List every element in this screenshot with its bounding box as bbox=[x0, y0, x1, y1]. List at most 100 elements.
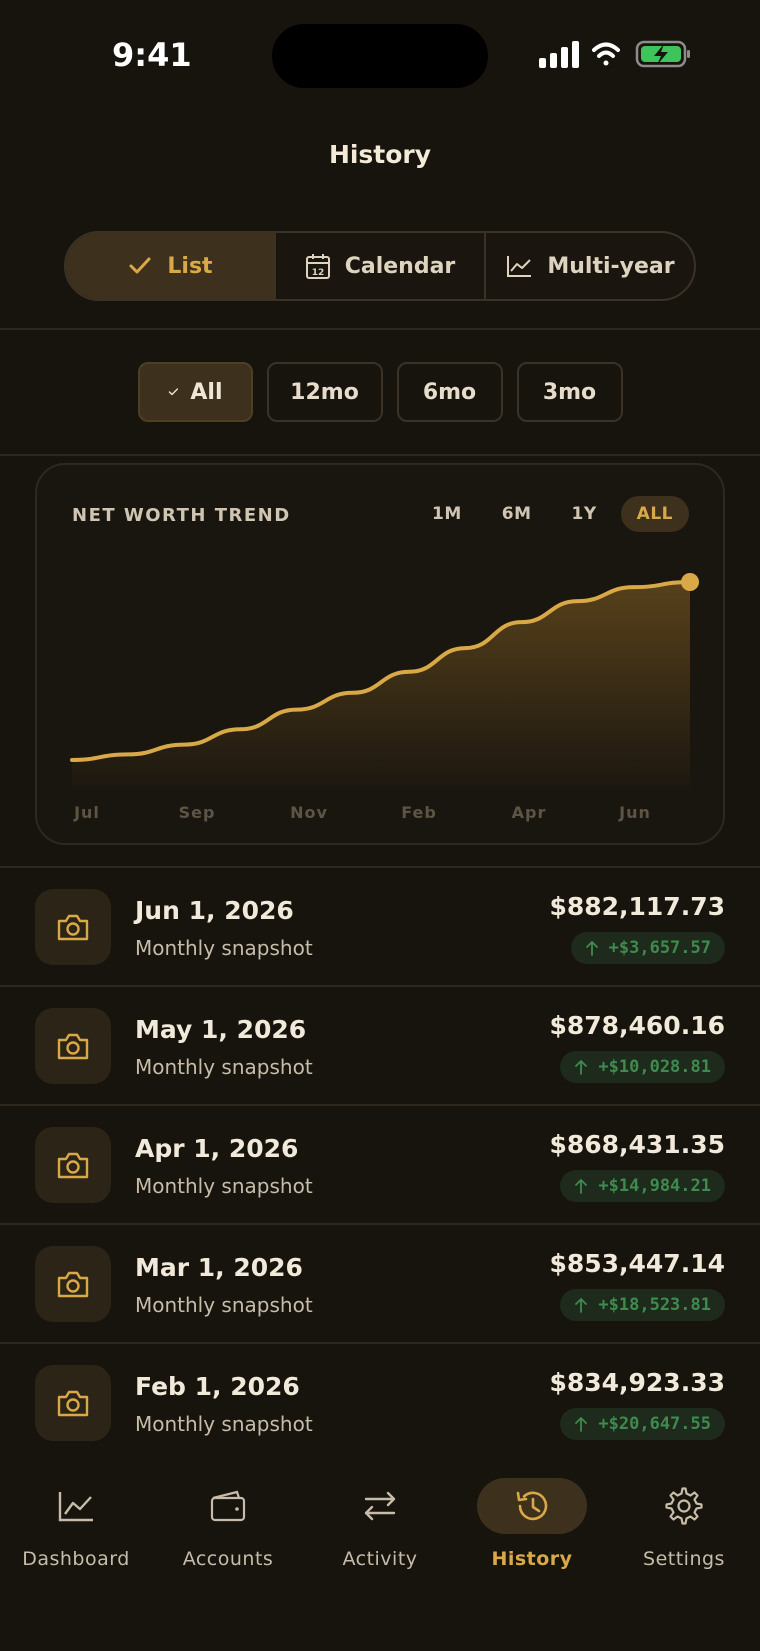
arrow-up-icon bbox=[575, 1060, 588, 1075]
x-axis-labels: Jul Sep Nov Feb Apr Jun bbox=[72, 803, 692, 827]
filter-3mo-label: 3mo bbox=[542, 379, 597, 405]
arrow-up-icon bbox=[575, 1298, 588, 1313]
period-filter: All 12mo 6mo 3mo bbox=[0, 362, 760, 422]
filter-3mo[interactable]: 3mo bbox=[516, 362, 623, 422]
tab-accounts[interactable]: Accounts bbox=[152, 1478, 304, 1570]
tab-history-label: History bbox=[491, 1548, 573, 1570]
history-clock-icon bbox=[516, 1491, 548, 1521]
divider bbox=[0, 328, 760, 330]
snapshot-delta-badge: +$3,657.57 bbox=[570, 932, 725, 964]
range-1y[interactable]: 1Y bbox=[556, 496, 613, 532]
tab-activity[interactable]: Activity bbox=[304, 1478, 456, 1570]
snapshot-subtitle: Monthly snapshot bbox=[135, 1412, 313, 1436]
tab-dashboard[interactable]: Dashboard bbox=[0, 1478, 152, 1570]
tab-settings[interactable]: Settings bbox=[608, 1478, 760, 1570]
snapshot-row[interactable]: Jun 1, 2026 Monthly snapshot $882,117.73 +$… bbox=[0, 868, 760, 987]
filter-all[interactable]: All bbox=[137, 362, 253, 422]
arrow-up-icon bbox=[575, 1417, 588, 1432]
tab-multi-year[interactable]: Multi-year bbox=[486, 233, 694, 299]
wallet-icon bbox=[210, 1490, 246, 1522]
transfer-arrows-icon bbox=[364, 1491, 396, 1521]
snapshot-delta-badge: +$14,984.21 bbox=[560, 1170, 725, 1202]
tab-calendar-label: Calendar bbox=[344, 253, 456, 279]
tab-accounts-label: Accounts bbox=[182, 1548, 274, 1570]
view-switcher: List 12 Calendar Multi-year bbox=[64, 231, 696, 301]
snapshot-date: Apr 1, 2026 bbox=[135, 1134, 299, 1163]
snapshot-delta-badge: +$20,647.55 bbox=[560, 1408, 725, 1440]
battery-icon bbox=[635, 40, 690, 68]
snapshot-row[interactable]: May 1, 2026 Monthly snapshot $878,460.16 +$… bbox=[0, 987, 760, 1106]
arrow-up-icon bbox=[575, 1179, 588, 1194]
camera-icon bbox=[35, 1365, 111, 1441]
snapshot-date: May 1, 2026 bbox=[135, 1015, 307, 1044]
snapshot-amount: $878,460.16 bbox=[549, 1011, 725, 1040]
camera-icon bbox=[35, 889, 111, 965]
tab-settings-label: Settings bbox=[643, 1548, 725, 1570]
divider bbox=[0, 454, 760, 456]
tab-dashboard-label: Dashboard bbox=[22, 1548, 130, 1570]
range-6m[interactable]: 6M bbox=[486, 496, 548, 532]
filter-6mo-label: 6mo bbox=[422, 379, 477, 405]
x-tick-label: Sep bbox=[178, 803, 216, 822]
snapshot-delta-badge: +$18,523.81 bbox=[560, 1289, 725, 1321]
snapshot-subtitle: Monthly snapshot bbox=[135, 1055, 313, 1079]
check-icon bbox=[168, 388, 178, 396]
status-bar: 9:41 bbox=[0, 0, 760, 110]
x-tick-label: Jun bbox=[619, 803, 651, 822]
page-title: History bbox=[328, 140, 432, 169]
card-title: NET WORTH TREND bbox=[72, 505, 291, 526]
filter-12mo[interactable]: 12mo bbox=[266, 362, 383, 422]
tab-multi-year-label: Multi-year bbox=[547, 253, 675, 279]
svg-text:12: 12 bbox=[311, 268, 324, 278]
snapshot-date: Feb 1, 2026 bbox=[135, 1372, 300, 1401]
snapshot-date: Jun 1, 2026 bbox=[135, 896, 294, 925]
status-time: 9:41 bbox=[112, 36, 192, 74]
filter-6mo[interactable]: 6mo bbox=[396, 362, 503, 422]
snapshot-amount: $853,447.14 bbox=[549, 1249, 725, 1278]
line-chart-icon bbox=[507, 256, 532, 277]
tab-list-label: List bbox=[167, 253, 213, 279]
x-tick-label: Nov bbox=[290, 803, 328, 822]
chart-area-fill bbox=[72, 582, 690, 790]
filter-12mo-label: 12mo bbox=[290, 379, 359, 405]
signal-icon bbox=[539, 41, 579, 68]
x-tick-label: Jul bbox=[74, 803, 100, 822]
status-icons bbox=[536, 38, 691, 74]
range-all[interactable]: ALL bbox=[620, 496, 689, 532]
dynamic-island bbox=[272, 24, 488, 88]
snapshot-amount: $882,117.73 bbox=[549, 892, 725, 921]
range-selector: 1M 6M 1Y ALL bbox=[416, 496, 689, 532]
calendar-icon: 12 bbox=[305, 254, 330, 279]
snapshot-delta: +$14,984.21 bbox=[598, 1176, 711, 1196]
camera-icon bbox=[35, 1246, 111, 1322]
tab-activity-label: Activity bbox=[342, 1548, 418, 1570]
snapshot-delta: +$18,523.81 bbox=[598, 1295, 711, 1315]
snapshot-amount: $868,431.35 bbox=[549, 1130, 725, 1159]
snapshot-subtitle: Monthly snapshot bbox=[135, 936, 313, 960]
arrow-up-icon bbox=[585, 941, 598, 956]
net-worth-trend-card: NET WORTH TREND 1M 6M 1Y ALL Jul Sep Nov Fe… bbox=[35, 463, 725, 845]
snapshot-delta-badge: +$10,028.81 bbox=[560, 1051, 725, 1083]
filter-all-label: All bbox=[190, 379, 223, 405]
snapshot-date: Mar 1, 2026 bbox=[135, 1253, 303, 1282]
x-tick-label: Feb bbox=[401, 803, 437, 822]
tab-calendar[interactable]: 12 Calendar bbox=[276, 233, 486, 299]
snapshot-row[interactable]: Feb 1, 2026 Monthly snapshot $834,923.33 +$… bbox=[0, 1344, 760, 1463]
range-1m[interactable]: 1M bbox=[416, 496, 478, 532]
chart-endpoint-dot bbox=[681, 573, 699, 591]
snapshot-delta: +$3,657.57 bbox=[608, 938, 711, 958]
line-chart-icon bbox=[58, 1492, 93, 1522]
tab-list[interactable]: List bbox=[66, 233, 276, 299]
tab-history[interactable]: History bbox=[456, 1478, 608, 1570]
tab-bar: Dashboard Accounts Activity History Sett… bbox=[0, 1460, 760, 1651]
snapshot-delta: +$20,647.55 bbox=[598, 1414, 711, 1434]
camera-icon bbox=[35, 1127, 111, 1203]
snapshot-subtitle: Monthly snapshot bbox=[135, 1174, 313, 1198]
snapshot-delta: +$10,028.81 bbox=[598, 1057, 711, 1077]
snapshot-amount: $834,923.33 bbox=[549, 1368, 725, 1397]
snapshot-row[interactable]: Mar 1, 2026 Monthly snapshot $853,447.14 +$… bbox=[0, 1225, 760, 1344]
snapshot-row[interactable]: Apr 1, 2026 Monthly snapshot $868,431.35 +$… bbox=[0, 1106, 760, 1225]
camera-icon bbox=[35, 1008, 111, 1084]
gear-icon bbox=[665, 1487, 703, 1525]
x-tick-label: Apr bbox=[511, 803, 547, 822]
